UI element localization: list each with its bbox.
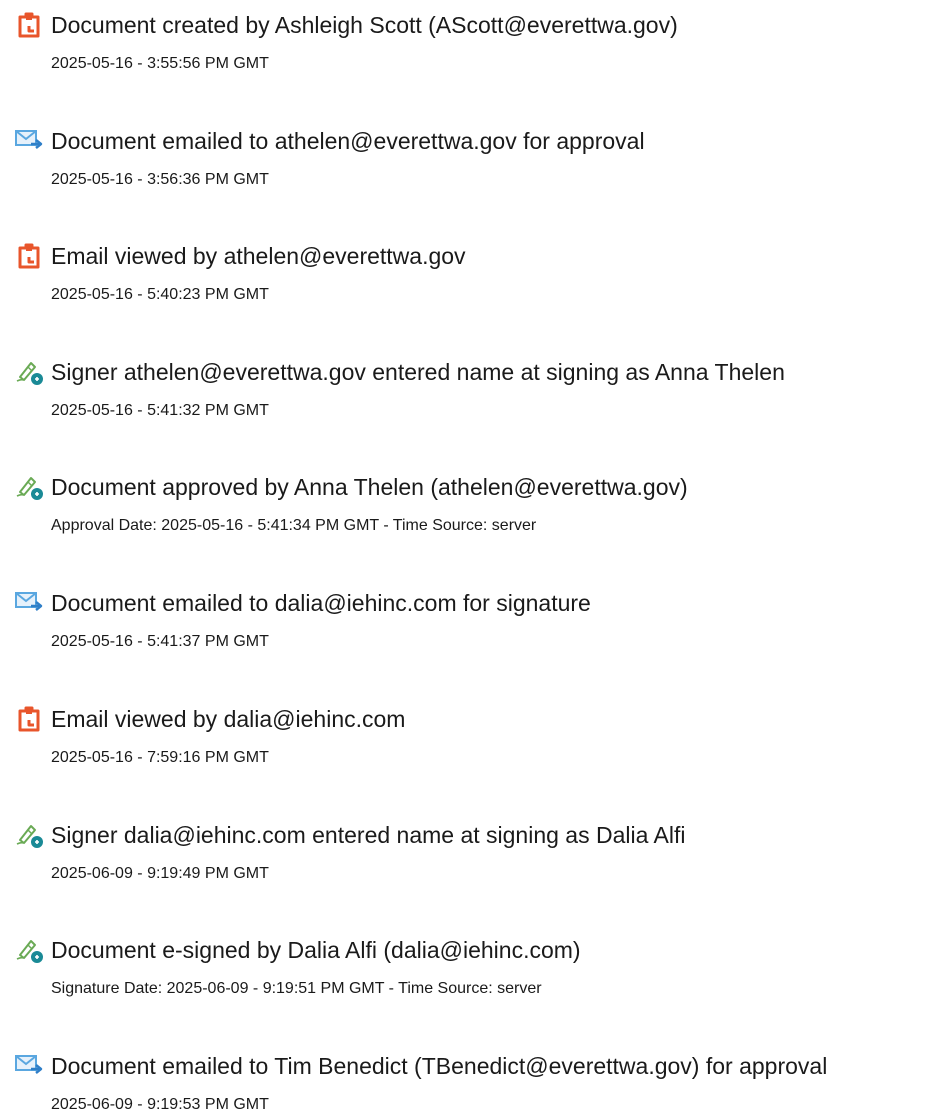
audit-event-timestamp: 2025-05-16 - 3:55:56 PM GMT <box>51 55 269 72</box>
audit-event-title: Document created by Ashleigh Scott (ASco… <box>51 12 678 38</box>
audit-event-title: Signer dalia@iehinc.com entered name at … <box>51 822 686 848</box>
document-created-icon <box>14 10 44 40</box>
audit-event-title: Document emailed to Tim Benedict (TBened… <box>51 1053 828 1079</box>
document-viewed-icon <box>14 241 44 271</box>
email-sent-icon <box>14 588 44 618</box>
email-sent-icon <box>14 126 44 156</box>
audit-event-timestamp: 2025-05-16 - 5:41:32 PM GMT <box>51 402 269 419</box>
audit-event-timestamp: Signature Date: 2025-06-09 - 9:19:51 PM … <box>51 980 542 997</box>
audit-event-title: Document e-signed by Dalia Alfi (dalia@i… <box>51 937 581 963</box>
audit-event-title: Document emailed to dalia@iehinc.com for… <box>51 590 591 616</box>
audit-event-title: Email viewed by dalia@iehinc.com <box>51 706 406 732</box>
signer-pen-icon <box>14 820 44 850</box>
document-viewed-icon <box>14 704 44 734</box>
audit-event-title: Email viewed by athelen@everettwa.gov <box>51 243 466 269</box>
audit-event-timestamp: 2025-05-16 - 5:40:23 PM GMT <box>51 286 269 303</box>
audit-event-title: Document approved by Anna Thelen (athele… <box>51 474 688 500</box>
audit-event-timestamp: Approval Date: 2025-05-16 - 5:41:34 PM G… <box>51 517 537 534</box>
audit-event-title: Signer athelen@everettwa.gov entered nam… <box>51 359 785 385</box>
email-sent-icon <box>14 1051 44 1081</box>
audit-event-timestamp: 2025-06-09 - 9:19:49 PM GMT <box>51 865 269 882</box>
audit-event-timestamp: 2025-05-16 - 5:41:37 PM GMT <box>51 633 269 650</box>
signer-pen-icon <box>14 935 44 965</box>
audit-event-timestamp: 2025-05-16 - 3:56:36 PM GMT <box>51 171 269 188</box>
audit-event-timestamp: 2025-06-09 - 9:19:53 PM GMT <box>51 1096 269 1113</box>
audit-event-title: Document emailed to athelen@everettwa.go… <box>51 128 645 154</box>
signer-pen-icon <box>14 472 44 502</box>
signer-pen-icon <box>14 357 44 387</box>
audit-event-timestamp: 2025-05-16 - 7:59:16 PM GMT <box>51 749 269 766</box>
